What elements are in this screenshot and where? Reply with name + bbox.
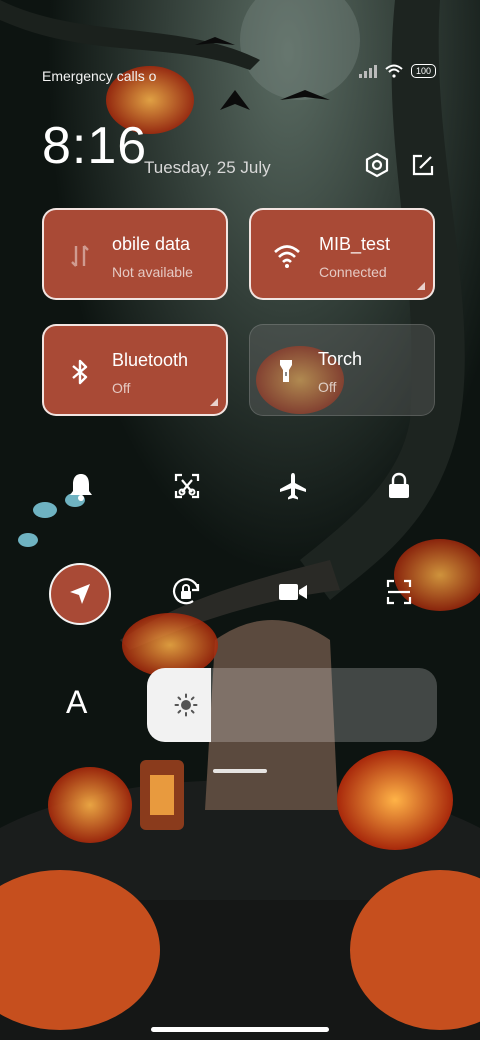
mobile-data-tile[interactable]: obile data Not available <box>42 208 228 300</box>
tile-title: Torch <box>318 349 363 369</box>
torch-icon <box>280 360 292 382</box>
emergency-calls-text: Emergency calls o <box>42 68 157 84</box>
tile-subtitle: Not available <box>112 264 193 280</box>
tile-subtitle: Connected <box>319 264 387 280</box>
date[interactable]: Tuesday, 25 July <box>144 158 271 178</box>
lock-icon[interactable] <box>379 466 419 506</box>
rotation-lock-icon[interactable] <box>167 572 207 612</box>
location-icon <box>70 584 90 604</box>
expand-corner-icon[interactable] <box>417 282 425 290</box>
tile-subtitle: Off <box>112 380 131 396</box>
tile-title: Bluetooth <box>112 350 189 370</box>
torch-tile[interactable]: Torch Off <box>249 324 435 416</box>
tile-title: MIB_test <box>319 234 391 254</box>
video-icon[interactable] <box>273 572 313 612</box>
status-icons: 100 <box>358 64 436 78</box>
expand-corner-icon[interactable] <box>210 398 218 406</box>
wifi-icon <box>274 245 300 268</box>
sun-icon <box>174 693 198 717</box>
bell-icon[interactable] <box>61 466 101 506</box>
battery-indicator: 100 <box>410 64 436 78</box>
panel-drag-handle[interactable] <box>213 769 267 773</box>
screenshot-icon[interactable] <box>167 466 207 506</box>
tile-title: obile data <box>112 234 191 254</box>
scan-icon[interactable] <box>379 572 419 612</box>
wifi-tile[interactable]: MIB_test Connected <box>249 208 435 300</box>
bluetooth-icon <box>72 359 88 385</box>
home-indicator[interactable] <box>151 1027 329 1032</box>
wifi-status-icon <box>385 64 403 78</box>
signal-icon <box>358 64 377 78</box>
mobile-data-icon <box>71 245 89 267</box>
brightness-slider[interactable] <box>147 668 437 742</box>
font-size-button[interactable]: A <box>66 684 87 721</box>
tile-subtitle: Off <box>318 379 337 395</box>
location-button[interactable] <box>49 563 111 625</box>
bluetooth-tile[interactable]: Bluetooth Off <box>42 324 228 416</box>
settings-icon[interactable] <box>364 152 390 178</box>
clock[interactable]: 8:16 <box>42 120 147 172</box>
edit-icon[interactable] <box>410 152 436 178</box>
airplane-icon[interactable] <box>273 466 313 506</box>
